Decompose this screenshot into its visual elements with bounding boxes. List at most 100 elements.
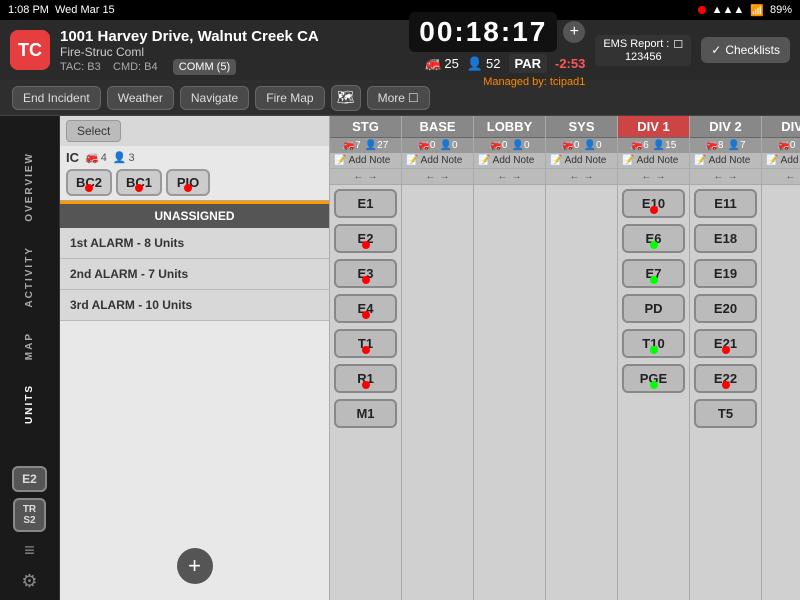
tr-s2-card[interactable]: TRS2 [13, 498, 46, 532]
bc1-status-dot [135, 184, 143, 192]
e2-mini-card[interactable]: E2 [12, 466, 47, 492]
col-stg-add-note[interactable]: 📝 Add Note [330, 153, 401, 169]
col-div3-scroll: ← → [762, 169, 800, 185]
unit-e10[interactable]: E10 [622, 189, 685, 218]
unit-t10[interactable]: T10 [622, 329, 685, 358]
timer-plus-button[interactable]: + [563, 21, 585, 43]
unit-e1[interactable]: E1 [334, 189, 397, 218]
div1-scroll-left[interactable]: ← [642, 171, 652, 182]
col-lobby-units [474, 185, 545, 600]
unit-e19[interactable]: E19 [694, 259, 757, 288]
col-div3-add-note[interactable]: 📝 Add Note [762, 153, 800, 169]
col-sys-add-note[interactable]: 📝 Add Note [546, 153, 617, 169]
hamburger-icon[interactable]: ≡ [22, 538, 37, 563]
par-badge[interactable]: PAR [509, 54, 547, 73]
stg-scroll-left[interactable]: ← [354, 171, 364, 182]
col-base-header: BASE [402, 116, 473, 138]
div2-scroll-right[interactable]: → [728, 171, 738, 182]
unit-e7[interactable]: E7 [622, 259, 685, 288]
select-button[interactable]: Select [66, 120, 121, 142]
unit-e20[interactable]: E20 [694, 294, 757, 323]
navigate-button[interactable]: Navigate [180, 86, 249, 110]
col-div2-add-note[interactable]: 📝 Add Note [690, 153, 761, 169]
unit-e11[interactable]: E11 [694, 189, 757, 218]
sidebar-item-activity[interactable]: ACTIVITY [24, 238, 35, 316]
truck-icon: 🚒 [425, 56, 441, 72]
base-scroll-right[interactable]: → [440, 171, 450, 182]
unit-t1[interactable]: T1 [334, 329, 397, 358]
more-button[interactable]: More ☐ [367, 86, 430, 110]
check-icon: ✓ [711, 43, 721, 57]
ems-checkbox[interactable]: ☐ [673, 38, 683, 51]
div2-scroll-left[interactable]: ← [714, 171, 724, 182]
settings-icon[interactable]: ⚙ [19, 569, 39, 594]
persons-count: 👤 52 [467, 56, 501, 72]
units-count: 🚒 25 [425, 56, 459, 72]
unit-m1[interactable]: M1 [334, 399, 397, 428]
t10-status-dot [650, 346, 658, 354]
unit-e2-stg[interactable]: E2 [334, 224, 397, 253]
unit-r1[interactable]: R1 [334, 364, 397, 393]
unit-t5[interactable]: T5 [694, 399, 757, 428]
col-base-scroll: ← → [402, 169, 473, 185]
col-div2-header: DIV 2 [690, 116, 761, 138]
status-date: Wed Mar 15 [55, 4, 115, 16]
unit-e21[interactable]: E21 [694, 329, 757, 358]
checklists-button[interactable]: ✓ Checklists [701, 37, 790, 63]
end-incident-button[interactable]: End Incident [12, 86, 101, 110]
col-lobby-scroll: ← → [474, 169, 545, 185]
col-div2-scroll: ← → [690, 169, 761, 185]
e2-status-dot [362, 241, 370, 249]
col-stg-units: E1 E2 E3 E4 T1 R1 M1 [330, 185, 401, 600]
unit-e18[interactable]: E18 [694, 224, 757, 253]
col-stg-header: STG [330, 116, 401, 138]
base-scroll-left[interactable]: ← [426, 171, 436, 182]
col-sys-scroll: ← → [546, 169, 617, 185]
header: TC 1001 Harvey Drive, Walnut Creek CA Fi… [0, 20, 800, 80]
ic-label: IC [66, 150, 79, 165]
map-icon-button[interactable]: 🗺 [331, 85, 361, 111]
col-sys-header: SYS [546, 116, 617, 138]
sidebar-item-map[interactable]: MAP [24, 324, 35, 368]
unassigned-header: UNASSIGNED [60, 201, 329, 228]
lobby-scroll-right[interactable]: → [512, 171, 522, 182]
sys-scroll-right[interactable]: → [584, 171, 594, 182]
alarm-row-2nd[interactable]: 2nd ALARM - 7 Units [60, 259, 329, 290]
alarm-row-3rd[interactable]: 3rd ALARM - 10 Units [60, 290, 329, 321]
unit-e6[interactable]: E6 [622, 224, 685, 253]
unit-bc1[interactable]: BC1 [116, 169, 162, 196]
add-unit-button[interactable]: + [177, 548, 213, 584]
unit-pio[interactable]: PIO [166, 169, 210, 196]
unit-e4[interactable]: E4 [334, 294, 397, 323]
div3-scroll-left[interactable]: ← [786, 171, 796, 182]
unit-pd[interactable]: PD [622, 294, 685, 323]
incident-type: Fire-Struc Coml [60, 45, 399, 59]
ic-section: IC 🚒4 👤3 BC2 BC1 [60, 146, 329, 201]
units-panel: Select IC 🚒4 👤3 BC2 [60, 116, 330, 600]
unit-e22[interactable]: E22 [694, 364, 757, 393]
stg-scroll-right[interactable]: → [368, 171, 378, 182]
sidebar-item-units[interactable]: UNITS [24, 376, 35, 432]
unit-bc2[interactable]: BC2 [66, 169, 112, 196]
more-checkbox: ☐ [408, 91, 419, 105]
unit-e3[interactable]: E3 [334, 259, 397, 288]
col-div1-add-note[interactable]: 📝 Add Note [618, 153, 689, 169]
e6-status-dot [650, 241, 658, 249]
wifi-icon: 📶 [750, 4, 764, 17]
div1-scroll-right[interactable]: → [656, 171, 666, 182]
left-sidebar: OVERVIEW ACTIVITY MAP UNITS E2 TRS2 ≡ ⚙ [0, 116, 60, 600]
sidebar-item-overview[interactable]: OVERVIEW [24, 144, 35, 230]
col-lobby-add-note[interactable]: 📝 Add Note [474, 153, 545, 169]
lobby-scroll-left[interactable]: ← [498, 171, 508, 182]
alarm-row-1st[interactable]: 1st ALARM - 8 Units [60, 228, 329, 259]
weather-button[interactable]: Weather [107, 86, 174, 110]
col-base-add-note[interactable]: 📝 Add Note [402, 153, 473, 169]
sys-scroll-left[interactable]: ← [570, 171, 580, 182]
fire-map-button[interactable]: Fire Map [255, 86, 324, 110]
col-sys-units [546, 185, 617, 600]
par-time: -2:53 [555, 56, 585, 71]
comm-badge[interactable]: COMM (5) [173, 59, 236, 75]
timer-display: 00:18:17 [409, 12, 557, 52]
unit-pge[interactable]: PGE [622, 364, 685, 393]
status-time: 1:08 PM [8, 4, 49, 16]
